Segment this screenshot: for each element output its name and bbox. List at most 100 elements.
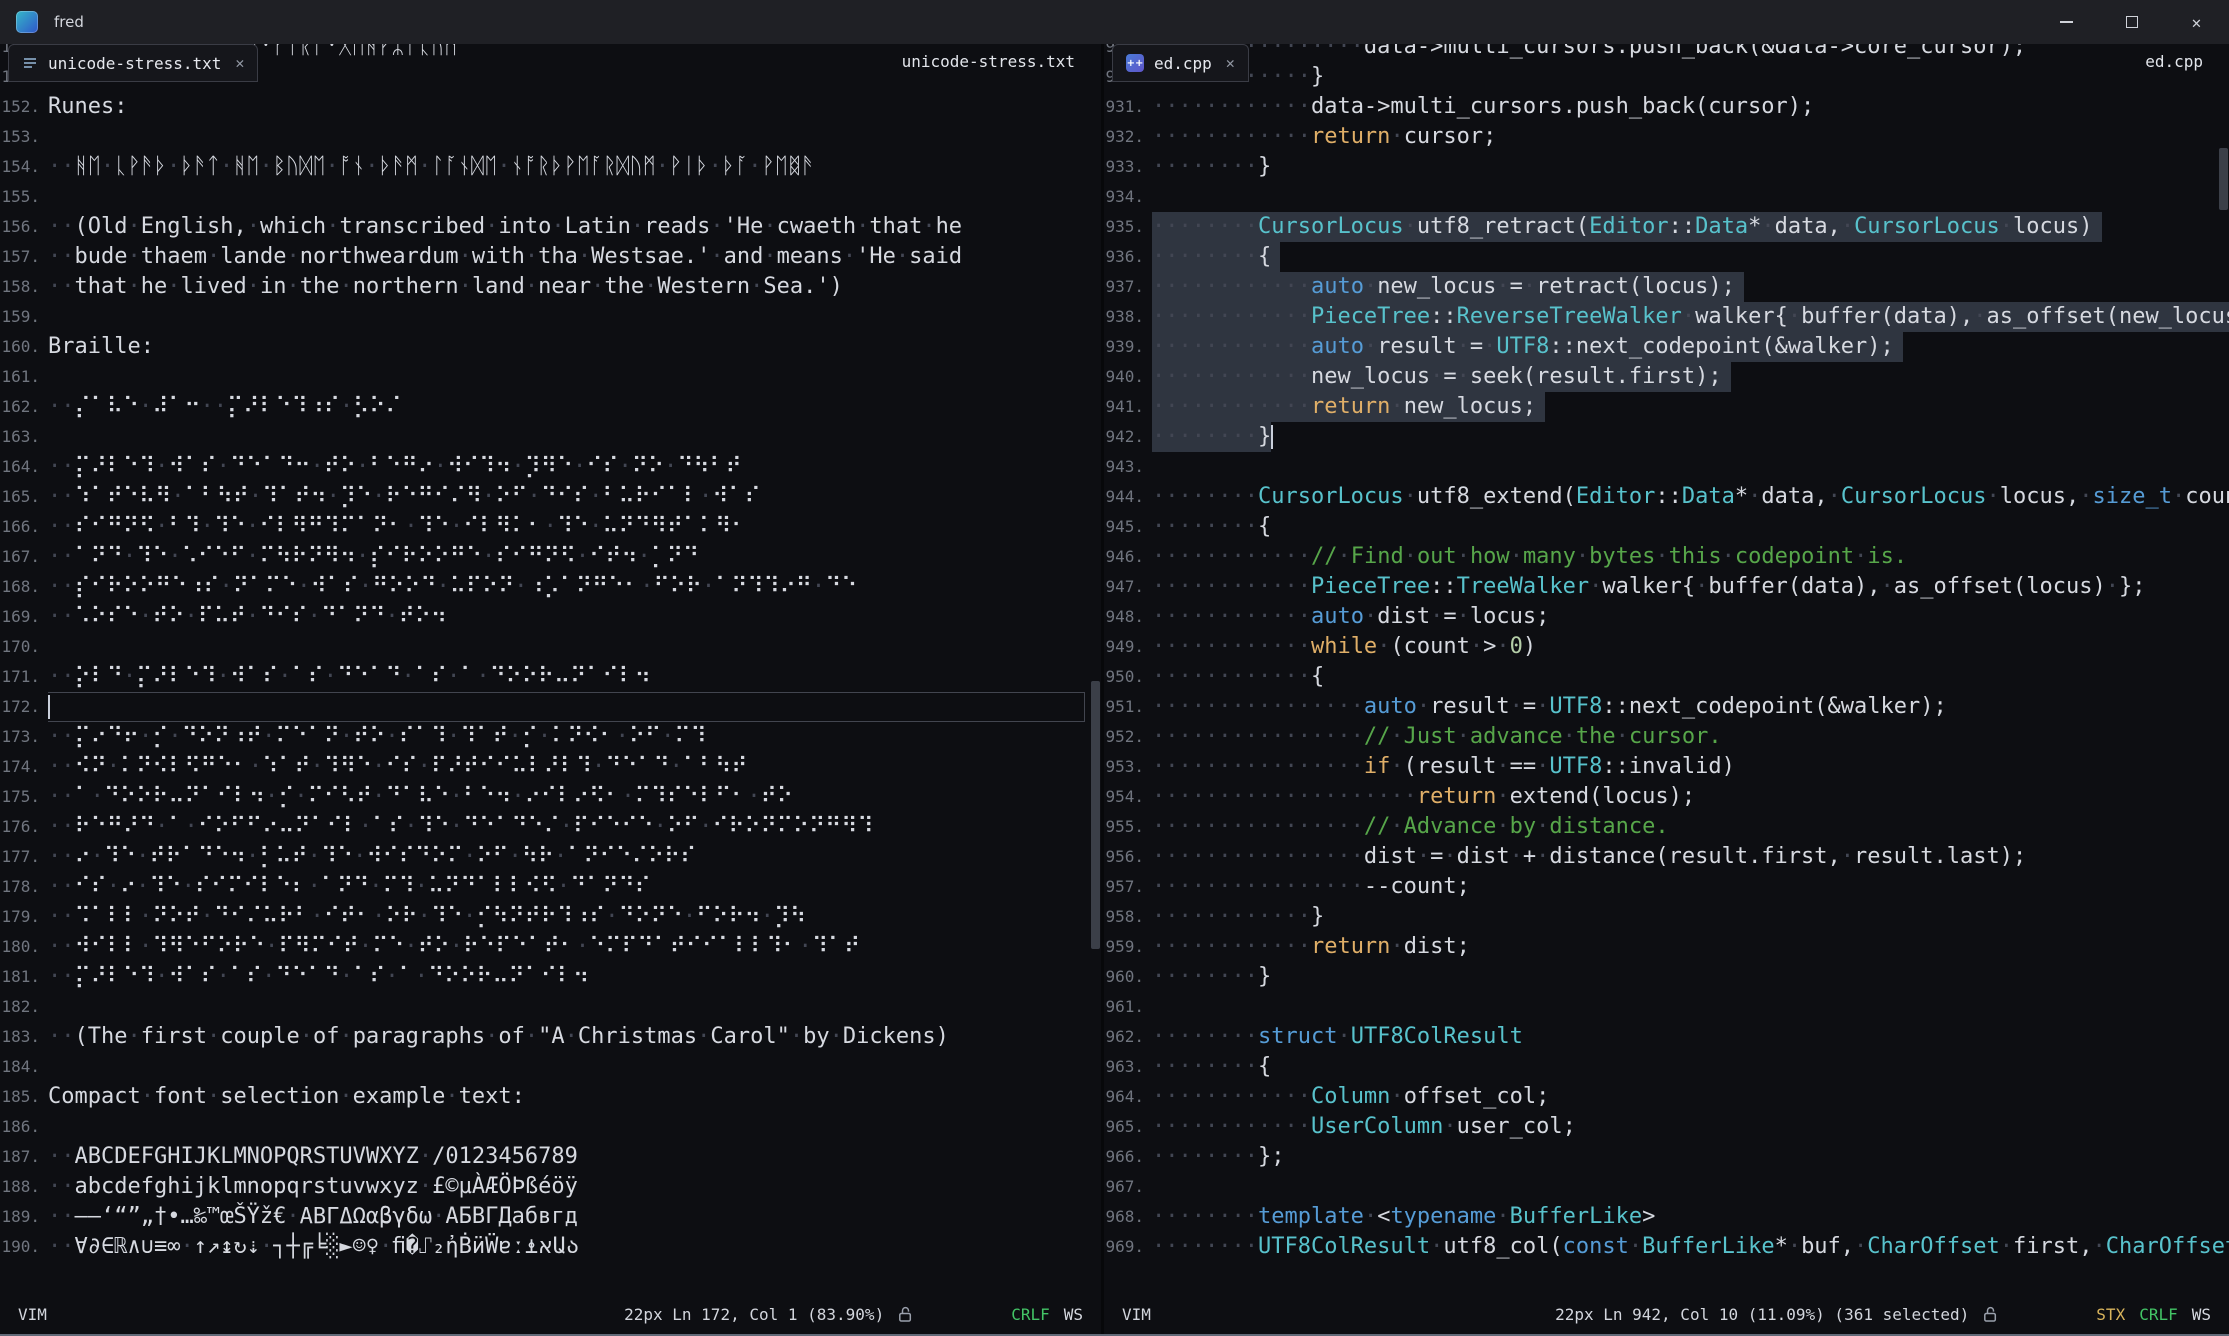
code-line[interactable]: 942.········} [1104,422,2229,452]
code-line[interactable]: 951.················auto·result·=·UTF8::… [1104,692,2229,722]
scrollbar[interactable] [2218,44,2229,1294]
code-line[interactable]: 156.··(Old·English,·which·transcribed·in… [0,212,1101,242]
code-line[interactable]: 929.················data->multi_cursors.… [1104,44,2229,62]
close-button[interactable]: ✕ [2164,0,2229,44]
code-line[interactable]: 960.········} [1104,962,2229,992]
status-flag-ws[interactable]: WS [1064,1305,1083,1324]
code-line[interactable]: 189.··–—‘“”„†•…‰™œŠŸž€·ΑΒΓΔΩαβγδω·АБВГДа… [0,1202,1101,1232]
code-line[interactable]: 931.············data->multi_cursors.push… [1104,92,2229,122]
status-flag-crlf[interactable]: CRLF [2139,1305,2178,1324]
code-line[interactable]: 956.················dist·=·dist·+·distan… [1104,842,2229,872]
code-line[interactable]: 173.··⡍⠔⠙⠖·⡊·⠙⠕⠝⠰⠞·⠍⠑⠁⠝·⠞⠕·⠎⠁⠹·⠹⠁⠞·⡊·⠅⠝⠪… [0,722,1101,752]
code-line[interactable]: 168.··⡎⠊⠗⠕⠕⠛⠑⠰⠎·⠝⠁⠍⠑·⠺⠁⠎·⠛⠕⠕⠙·⠥⠏⠕⠝·⠰⡡⠁⠝⠛… [0,572,1101,602]
code-line[interactable]: 160.Braille: [0,332,1101,362]
code-line[interactable]: 157.··bude·thaem·lande·northweardum·with… [0,242,1101,272]
code-line[interactable]: 940.············new_locus·=·seek(result.… [1104,362,2229,392]
code-line[interactable]: 183.··(The·first·couple·of·paragraphs·of… [0,1022,1101,1052]
code-line[interactable]: 180.··⠺⠊⠇⠇·⠹⠻⠑⠋⠕⠗⠑·⠏⠻⠍⠊⠞·⠍⠑·⠞⠕·⠗⠑⠏⠑⠁⠞⠂·⠑… [0,932,1101,962]
code-line[interactable]: 158.··that·he·lived·in·the·northern·land… [0,272,1101,302]
code-line[interactable]: 950.············{ [1104,662,2229,692]
code-line[interactable]: 155. [0,182,1101,212]
status-flag-ws[interactable]: WS [2192,1305,2211,1324]
code-line[interactable]: 965.············UserColumn·user_col; [1104,1112,2229,1142]
code-line[interactable]: 179.··⠩⠁⠇⠇·⠝⠕⠞·⠙⠊⠌⠥⠗⠃·⠊⠞⠂·⠕⠗·⠹⠑·⡊⠳⠝⠞⠗⠹⠰⠎… [0,902,1101,932]
code-line[interactable]: 944.········CursorLocus·utf8_extend(Edit… [1104,482,2229,512]
code-line[interactable]: 968.········template·<typename·BufferLik… [1104,1202,2229,1232]
status-flag-crlf[interactable]: CRLF [1011,1305,1050,1324]
code-line[interactable]: 153. [0,122,1101,152]
minimize-button[interactable] [2034,0,2099,44]
tab-close-button[interactable]: ✕ [1226,54,1235,72]
code-line[interactable]: 163. [0,422,1101,452]
code-line[interactable]: 955.················//·Advance·by·distan… [1104,812,2229,842]
code-line[interactable]: 182. [0,992,1101,1022]
code-line[interactable]: 172. [0,692,1101,722]
scrollbar-thumb[interactable] [2219,148,2228,210]
code-line[interactable]: 932.············return·cursor; [1104,122,2229,152]
unlock-icon[interactable] [898,1306,913,1323]
code-line[interactable]: 941.············return·new_locus; [1104,392,2229,422]
code-line[interactable]: 930.············} [1104,62,2229,92]
code-line[interactable]: 957.················--count; [1104,872,2229,902]
code-line[interactable]: 159. [0,302,1101,332]
code-line[interactable]: 952.················//·Just·advance·the·… [1104,722,2229,752]
text-editor-right[interactable]: 929.················data->multi_cursors.… [1104,44,2229,1294]
code-line[interactable]: 161. [0,362,1101,392]
code-line[interactable]: 184. [0,1052,1101,1082]
code-line[interactable]: 954.····················return·extend(lo… [1104,782,2229,812]
code-line[interactable]: 946.············//·Find·out·how·many·byt… [1104,542,2229,572]
code-line[interactable]: 167.··⠁⠝⠙·⠹⠑·⠡⠊⠑⠋·⠍⠳⠗⠝⠻⠲·⡎⠊⠗⠕⠕⠛⠑·⠎⠊⠛⠝⠫·⠊… [0,542,1101,572]
code-line[interactable]: 166.··⠎⠊⠛⠝⠫·⠃⠹·⠹⠑·⠊⠇⠻⠛⠹⠍⠁⠝⠂·⠹⠑·⠊⠇⠻⠅⠂·⠹⠑·… [0,512,1101,542]
code-line[interactable]: 939.············auto·result·=·UTF8::next… [1104,332,2229,362]
code-line[interactable]: 174.··⠪⠝·⠅⠝⠪⠇⠫⠛⠑⠂·⠱⠁⠞·⠹⠻⠑·⠊⠎·⠏⠜⠞⠊⠊⠥⠇⠜⠇⠹·… [0,752,1101,782]
code-line[interactable]: 188.··abcdefghijklmnopqrstuvwxyz·£©µÀÆÖÞ… [0,1172,1101,1202]
code-line[interactable]: 945.········{ [1104,512,2229,542]
code-line[interactable]: 176.··⠗⠑⠛⠜⠙·⠁·⠊⠕⠋⠋⠔⠤⠝⠁⠊⠇·⠁⠎·⠹⠑·⠙⠑⠁⠙⠑⠌·⠏⠊… [0,812,1101,842]
code-line[interactable]: 190.··∀∂∈ℝ∧∪≡∞·↑↗↨↻⇣·┐┼╔╘░►☺♀·ﬁ�⑀₂ἠḂӥẄɐː… [0,1232,1101,1262]
code-line[interactable]: 943. [1104,452,2229,482]
code-line[interactable]: 170. [0,632,1101,662]
text-editor-left[interactable]: 150.··ᚠᛇᚻ᛫ᛒᛦᚦ᛫ᚠᚱᚩᚠᚢᚱ᛫ᚠᛁᚱᚪ᛫ᚷᛖᚻᚹᛦᛚᚳᚢᛗ151.1… [0,44,1101,1294]
code-line[interactable]: 937.············auto·new_locus·=·retract… [1104,272,2229,302]
code-line[interactable]: 948.············auto·dist·=·locus; [1104,602,2229,632]
code-line[interactable]: 185.Compact·font·selection·example·text: [0,1082,1101,1112]
code-line[interactable]: 164.··⡍⠜⠇⠑⠹·⠺⠁⠎·⠙⠑⠁⠙⠒·⠞⠕·⠃⠑⠛⠔·⠺⠊⠹⠲·⡹⠻⠑·⠊… [0,452,1101,482]
code-line[interactable]: 933.········} [1104,152,2229,182]
code-line[interactable]: 958.············} [1104,902,2229,932]
code-line[interactable]: 964.············Column·offset_col; [1104,1082,2229,1112]
scrollbar[interactable] [1090,44,1101,1294]
code-line[interactable]: 953.················if·(result·==·UTF8::… [1104,752,2229,782]
code-line[interactable]: 962.········struct·UTF8ColResult [1104,1022,2229,1052]
code-line[interactable]: 966.········}; [1104,1142,2229,1172]
code-line[interactable]: 969.········UTF8ColResult·utf8_col(const… [1104,1232,2229,1262]
status-flag-stx[interactable]: STX [2096,1305,2125,1324]
unlock-icon[interactable] [1983,1306,1998,1323]
tab-close-button[interactable]: ✕ [235,54,244,72]
code-line[interactable]: 177.··⠔·⠹⠑·⠞⠗⠁⠙⠑⠲·⡃⠥⠞·⠹⠑·⠺⠊⠎⠙⠕⠍·⠕⠋·⠳⠗·⠁⠝… [0,842,1101,872]
code-line[interactable]: 938.············PieceTree::ReverseTreeWa… [1104,302,2229,332]
code-line[interactable]: 947.············PieceTree::TreeWalker·wa… [1104,572,2229,602]
tab-unicode-stress-txt[interactable]: unicode-stress.txt ✕ [8,44,258,82]
code-line[interactable]: 181.··⡍⠜⠇⠑⠹·⠺⠁⠎·⠁⠎·⠙⠑⠁⠙·⠁⠎·⠁·⠙⠕⠕⠗⠤⠝⠁⠊⠇⠲ [0,962,1101,992]
code-line[interactable]: 187.··ABCDEFGHIJKLMNOPQRSTUVWXYZ·/012345… [0,1142,1101,1172]
tab-ed-cpp[interactable]: ++ ed.cpp ✕ [1112,44,1249,82]
code-line[interactable]: 169.··⠡⠕⠎⠑·⠞⠕·⠏⠥⠞·⠙⠊⠎·⠙⠁⠝⠙·⠞⠕⠲ [0,602,1101,632]
code-line[interactable]: 162.··⡌⠁⠧⠑·⠼⠁⠒··⡍⠜⠇⠑⠹⠰⠎·⡣⠕⠌ [0,392,1101,422]
code-line[interactable]: 171.··⡕⠇⠙·⡍⠜⠇⠑⠹·⠺⠁⠎·⠁⠎·⠙⠑⠁⠙·⠁⠎·⠁·⠙⠕⠕⠗⠤⠝⠁… [0,662,1101,692]
code-line[interactable]: 165.··⠱⠁⠞⠑⠧⠻·⠁⠃⠳⠞·⠹⠁⠞⠲·⡹⠑·⠗⠑⠛⠊⠌⠻·⠕⠋·⠙⠊⠎·… [0,482,1101,512]
code-line[interactable]: 175.··⠁·⠙⠕⠕⠗⠤⠝⠁⠊⠇⠲·⡊·⠍⠊⠣⠞·⠙⠁⠧⠑·⠃⠑⠲·⠔⠊⠇⠔⠫… [0,782,1101,812]
code-line[interactable]: 963.········{ [1104,1052,2229,1082]
code-line[interactable]: 961. [1104,992,2229,1022]
code-line[interactable]: 967. [1104,1172,2229,1202]
code-line[interactable]: 178.··⠊⠎·⠔·⠹⠑·⠎⠊⠍⠊⠇⠑⠆·⠁⠝⠙·⠍⠹·⠥⠝⠙⠁⠇⠇⠪⠫·⠙⠁… [0,872,1101,902]
scrollbar-thumb[interactable] [1091,681,1100,949]
code-line[interactable]: 936.········{ [1104,242,2229,272]
maximize-button[interactable] [2099,0,2164,44]
code-line[interactable]: 935.········CursorLocus·utf8_retract(Edi… [1104,212,2229,242]
code-line[interactable]: 186. [0,1112,1101,1142]
code-line[interactable]: 152.Runes: [0,92,1101,122]
code-line[interactable]: 949.············while·(count·>·0) [1104,632,2229,662]
code-line[interactable]: 154.··ᚻᛖ·ᚳᚹᚫᚦ·ᚦᚫᛏ·ᚻᛖ·ᛒᚢᛞᛖ·ᚩᚾ·ᚦᚫᛗ·ᛚᚪᚾᛞᛖ·ᚾ… [0,152,1101,182]
code-line[interactable]: 934. [1104,182,2229,212]
code-line[interactable]: 959.············return·dist; [1104,932,2229,962]
